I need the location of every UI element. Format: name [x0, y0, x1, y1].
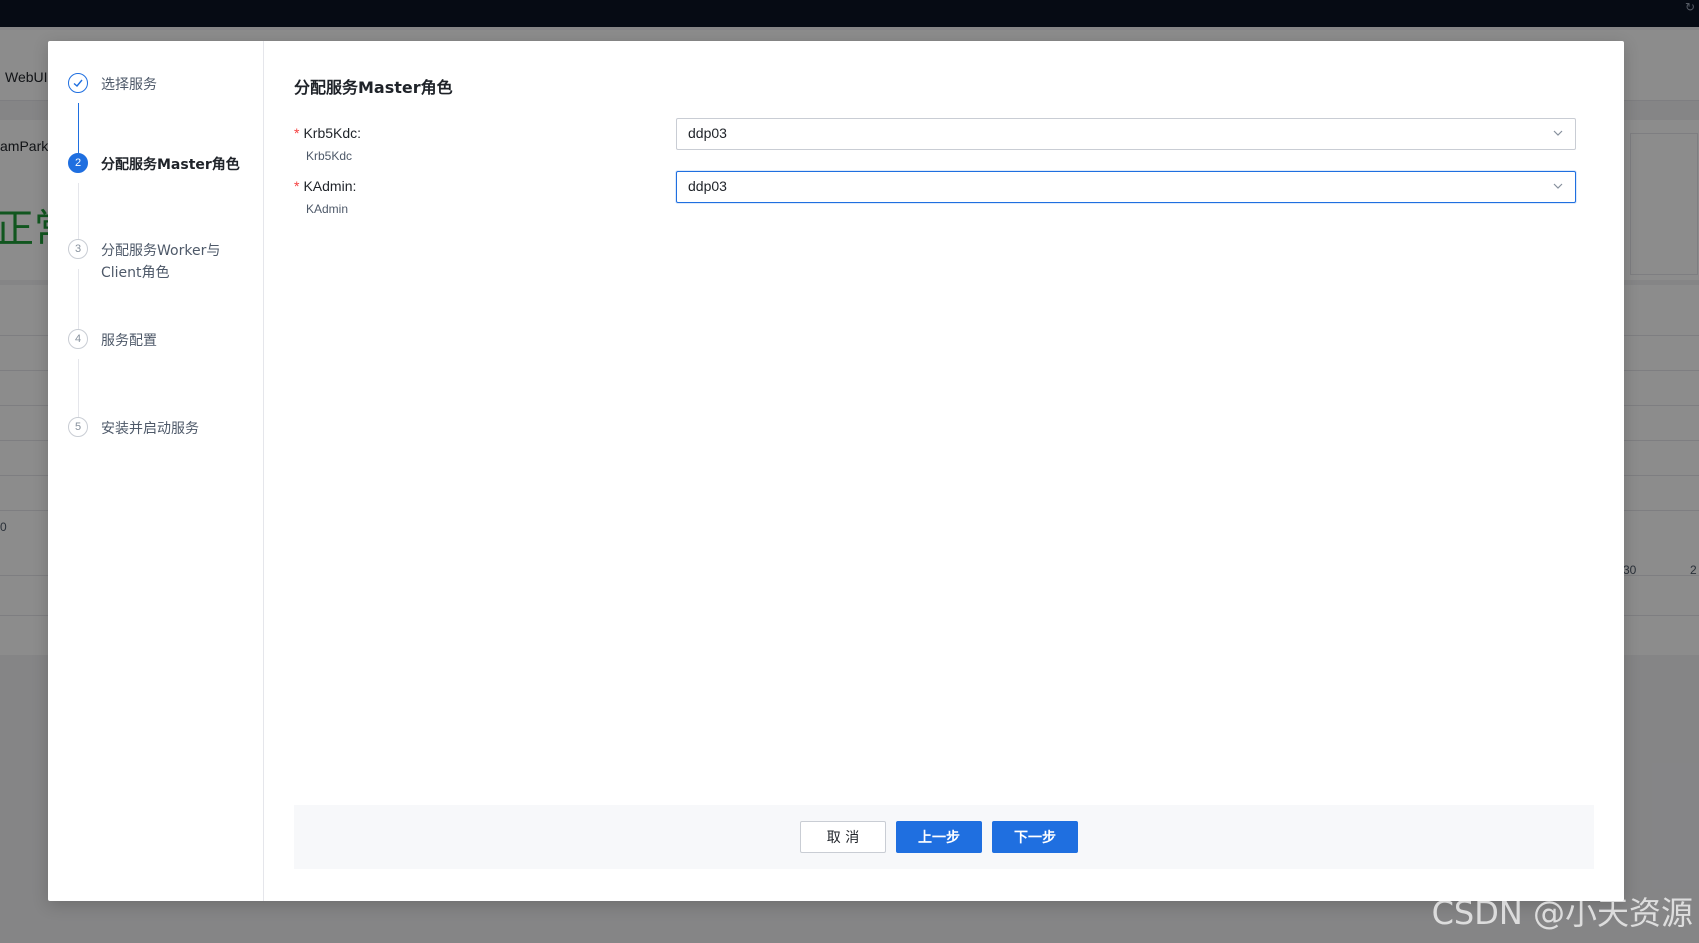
select-value: ddp03 — [688, 178, 727, 194]
check-icon — [68, 73, 88, 93]
wizard-content: 分配服务Master角色 * Krb5Kdc: Krb5Kdc ddp03 * KA… — [294, 41, 1612, 901]
watermark: CSDN @小天资源 — [1431, 894, 1693, 932]
step-label: 选择服务 — [101, 77, 157, 93]
step-label: 分配服务Master角色 — [101, 157, 240, 173]
krb5kdc-select[interactable]: ddp03 — [676, 118, 1576, 150]
field-label: * Krb5Kdc: — [294, 125, 361, 141]
step-number: 4 — [68, 329, 88, 349]
required-mark: * — [294, 125, 300, 141]
install-wizard-modal: 选择服务 2 分配服务Master角色 3 分配服务Worker与Client角… — [48, 41, 1624, 901]
kadmin-select[interactable]: ddp03 — [676, 171, 1576, 203]
cancel-button[interactable]: 取 消 — [800, 821, 886, 853]
step-number: 3 — [68, 239, 88, 259]
field-sublabel: Krb5Kdc — [306, 149, 353, 163]
select-value: ddp03 — [688, 125, 727, 141]
field-label: * KAdmin: — [294, 178, 356, 194]
required-mark: * — [294, 178, 300, 194]
step-number: 5 — [68, 417, 88, 437]
previous-step-button[interactable]: 上一步 — [896, 821, 982, 853]
next-step-button[interactable]: 下一步 — [992, 821, 1078, 853]
page-title: 分配服务Master角色 — [294, 78, 453, 97]
step-label: 服务配置 — [101, 333, 157, 349]
step-number: 2 — [68, 153, 88, 173]
wizard-steps: 选择服务 2 分配服务Master角色 3 分配服务Worker与Client角… — [48, 41, 264, 901]
step-label: 安装并启动服务 — [101, 421, 199, 437]
wizard-footer: 取 消 上一步 下一步 — [294, 805, 1594, 869]
chevron-down-icon — [1553, 183, 1563, 189]
field-label-text: KAdmin: — [303, 178, 357, 194]
step-label: 分配服务Worker与Client角色 — [101, 243, 221, 281]
chevron-down-icon — [1553, 130, 1563, 136]
field-sublabel: KAdmin — [306, 202, 349, 216]
field-label-text: Krb5Kdc: — [303, 125, 362, 141]
